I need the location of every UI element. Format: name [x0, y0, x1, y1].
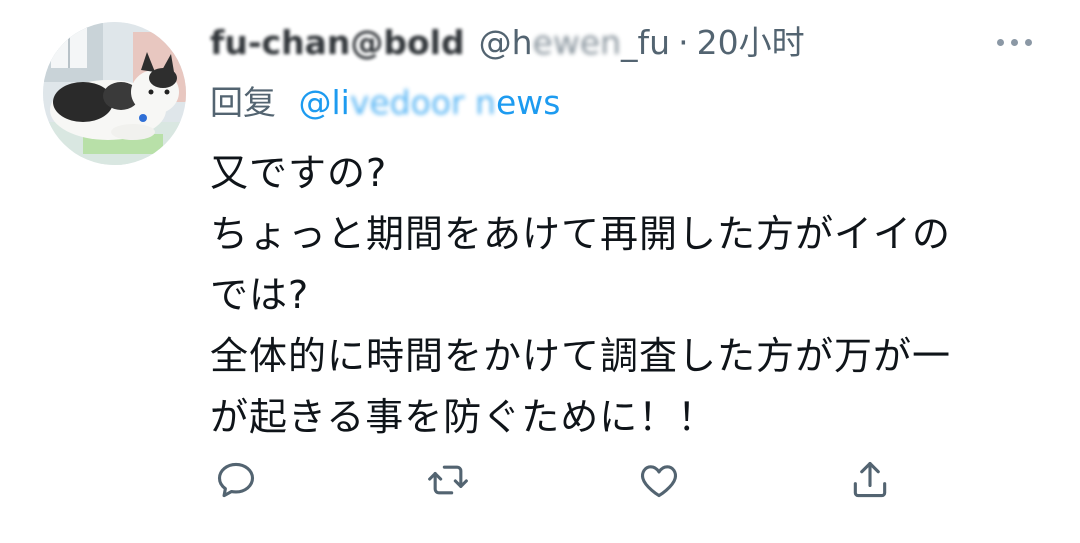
timestamp[interactable]: 20小时 — [697, 18, 805, 68]
share-icon — [853, 461, 887, 498]
like-button[interactable] — [635, 456, 683, 504]
share-button[interactable] — [846, 456, 894, 504]
handle-suffix: _fu — [621, 23, 671, 62]
tweet-body-line: が起きる事を防ぐために！！ — [210, 395, 717, 439]
reply-label: 回复 — [210, 83, 276, 122]
avatar[interactable] — [43, 22, 186, 165]
handle-prefix: @h — [478, 23, 533, 62]
reply-button[interactable] — [212, 456, 260, 504]
more-dot — [996, 38, 1004, 46]
tweet-body-line: では? — [210, 273, 310, 317]
more-options-icon[interactable] — [985, 24, 1043, 60]
tweet-body-line: ちょっと期間をあけて再開した方がイイの — [210, 212, 952, 256]
more-dot — [1010, 38, 1018, 46]
reply-handle-hidden: vedoor n — [349, 83, 496, 122]
separator: · — [678, 23, 689, 62]
tweet-body: 又ですの? ちょっと期間をあけて再開した方がイイの では? 全体的に時間をかけて… — [210, 143, 1040, 448]
cat-avatar-image — [43, 22, 186, 165]
retweet-button[interactable] — [424, 456, 472, 504]
tweet[interactable]: fu-chan@bold @hewen_fu · 20小时 回复 @livedo… — [0, 0, 1080, 543]
retweet-icon — [428, 465, 468, 495]
user-handle[interactable]: @hewen_fu — [479, 18, 670, 68]
tweet-header: fu-chan@bold @hewen_fu · 20小时 — [210, 18, 805, 68]
reply-to-line: 回复 @livedoor news — [210, 78, 560, 128]
tweet-body-line: 全体的に時間をかけて調査した方が万が一 — [210, 334, 952, 378]
reply-to-handle[interactable]: @livedoor news — [299, 83, 561, 122]
reply-handle-suffix: ews — [495, 83, 561, 122]
heart-icon — [640, 465, 678, 498]
tweet-body-line: 又ですの? — [210, 151, 388, 195]
action-bar — [210, 456, 910, 506]
reply-handle-prefix: @li — [298, 83, 350, 122]
comment-icon — [217, 462, 255, 498]
more-dot — [1024, 38, 1032, 46]
handle-hidden: ewen — [532, 23, 622, 62]
display-name[interactable]: fu-chan@bold — [210, 18, 465, 68]
